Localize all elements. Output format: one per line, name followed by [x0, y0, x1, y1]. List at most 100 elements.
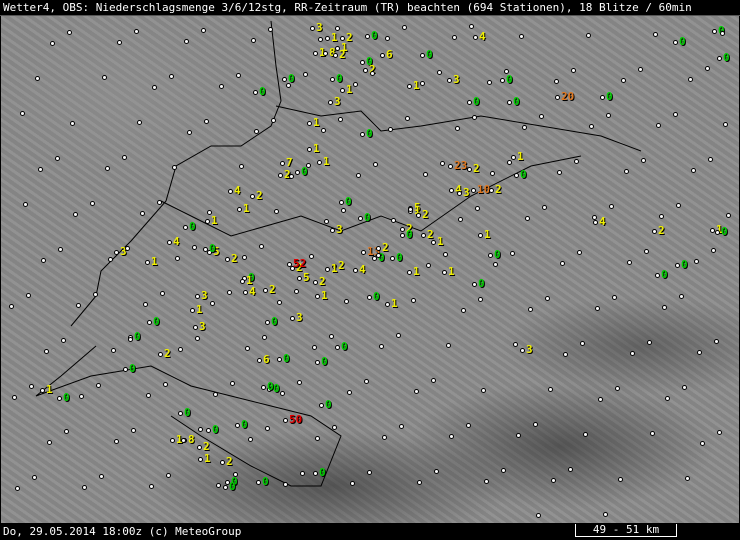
- station-precip-value[interactable]: 0: [513, 96, 520, 107]
- station-precip-value[interactable]: 0: [506, 74, 513, 85]
- station-precip-value[interactable]: 0: [494, 249, 501, 260]
- station-precip-value[interactable]: 2: [256, 190, 263, 201]
- station-precip-value[interactable]: 4: [173, 236, 180, 247]
- station-precip-value[interactable]: 0: [321, 356, 328, 367]
- station-precip-value[interactable]: 7: [286, 157, 293, 168]
- station-precip-value[interactable]: 0: [478, 278, 485, 289]
- station-precip-value[interactable]: 0: [426, 49, 433, 60]
- station-precip-value[interactable]: 1: [243, 203, 250, 214]
- station-precip-value[interactable]: 1: [313, 143, 320, 154]
- station-precip-value[interactable]: 4: [234, 185, 241, 196]
- station-precip-value[interactable]: 1: [321, 290, 328, 301]
- station-precip-value[interactable]: 0: [679, 36, 686, 47]
- station-precip-value[interactable]: 1: [437, 236, 444, 247]
- station-precip-value[interactable]: 1: [517, 151, 524, 162]
- station-precip-value[interactable]: 0: [271, 316, 278, 327]
- station-precip-value[interactable]: 0: [259, 86, 266, 97]
- station-precip-value[interactable]: 2: [427, 229, 434, 240]
- station-precip-value[interactable]: 1: [46, 384, 53, 395]
- station-precip-value[interactable]: 6: [263, 354, 270, 365]
- station-precip-value[interactable]: 3: [296, 312, 303, 323]
- station-precip-value[interactable]: 0: [723, 52, 730, 63]
- station-precip-value[interactable]: 1: [413, 80, 420, 91]
- station-precip-value[interactable]: 1: [448, 266, 455, 277]
- station-precip-value[interactable]: 2: [231, 253, 238, 264]
- station-precip-value[interactable]: 52: [293, 258, 306, 269]
- station-precip-value[interactable]: 1: [413, 266, 420, 277]
- station-precip-value[interactable]: 0: [189, 221, 196, 232]
- station-precip-value[interactable]: 0: [520, 169, 527, 180]
- station-precip-value[interactable]: 3: [336, 224, 343, 235]
- station-precip-value[interactable]: 23: [454, 160, 467, 171]
- station-precip-value[interactable]: 8: [188, 434, 195, 445]
- station-precip-value[interactable]: 5: [303, 272, 310, 283]
- station-precip-value[interactable]: 4: [599, 216, 606, 227]
- station-precip-value[interactable]: 2: [338, 260, 345, 271]
- station-precip-value[interactable]: 3: [453, 74, 460, 85]
- station-precip-value[interactable]: 3: [316, 22, 323, 33]
- station-precip-value[interactable]: 0: [371, 30, 378, 41]
- station-precip-value[interactable]: 0: [606, 91, 613, 102]
- station-precip-value[interactable]: 0: [319, 467, 326, 478]
- station-precip-value[interactable]: 0: [396, 252, 403, 263]
- station-precip-value[interactable]: 1: [204, 453, 211, 464]
- station-precip-value[interactable]: 2: [422, 209, 429, 220]
- station-precip-value[interactable]: 0: [345, 196, 352, 207]
- station-precip-value[interactable]: 0: [134, 331, 141, 342]
- station-precip-value[interactable]: 3: [334, 96, 341, 107]
- station-precip-value[interactable]: 1: [391, 298, 398, 309]
- station-precip-value[interactable]: 1: [484, 229, 491, 240]
- station-precip-value[interactable]: 3: [463, 187, 470, 198]
- station-precip-value[interactable]: 1: [196, 304, 203, 315]
- station-precip-value[interactable]: 0: [212, 424, 219, 435]
- station-precip-value[interactable]: 0: [229, 481, 236, 492]
- station-precip-value[interactable]: 2: [495, 184, 502, 195]
- station-precip-value[interactable]: 2: [203, 441, 210, 452]
- station-precip-value[interactable]: 0: [341, 341, 348, 352]
- station-precip-value[interactable]: 0: [473, 96, 480, 107]
- station-precip-value[interactable]: 20: [561, 91, 574, 102]
- station-precip-value[interactable]: 3: [199, 321, 206, 332]
- station-precip-value[interactable]: 2: [226, 456, 233, 467]
- station-precip-value[interactable]: 0: [262, 476, 269, 487]
- station-precip-value[interactable]: 0: [364, 212, 371, 223]
- station-precip-value[interactable]: 2: [473, 163, 480, 174]
- station-precip-value[interactable]: 1: [151, 256, 158, 267]
- station-precip-value[interactable]: 0: [63, 392, 70, 403]
- station-precip-value[interactable]: 4: [479, 31, 486, 42]
- station-precip-value[interactable]: 0: [661, 269, 668, 280]
- station-precip-value[interactable]: 0: [406, 229, 413, 240]
- station-precip-value[interactable]: 1: [331, 263, 338, 274]
- station-precip-value[interactable]: 2: [339, 49, 346, 60]
- station-precip-value[interactable]: 2: [269, 284, 276, 295]
- station-precip-value[interactable]: 0: [267, 381, 274, 392]
- station-precip-value[interactable]: 4: [359, 264, 366, 275]
- station-precip-value[interactable]: 6: [386, 49, 393, 60]
- station-precip-value[interactable]: 3: [201, 290, 208, 301]
- station-precip-value[interactable]: 2: [658, 225, 665, 236]
- station-precip-value[interactable]: 0: [153, 316, 160, 327]
- station-precip-value[interactable]: 0: [283, 353, 290, 364]
- station-precip-value[interactable]: 2: [164, 348, 171, 359]
- station-precip-value[interactable]: 1: [323, 156, 330, 167]
- station-precip-value[interactable]: 50: [289, 414, 302, 425]
- station-precip-value[interactable]: 1: [346, 84, 353, 95]
- station-precip-value[interactable]: 0: [241, 419, 248, 430]
- station-precip-value[interactable]: 0: [681, 259, 688, 270]
- station-precip-value[interactable]: 1: [246, 275, 253, 286]
- station-precip-value[interactable]: 3: [526, 344, 533, 355]
- station-precip-value[interactable]: 2: [319, 276, 326, 287]
- station-precip-value[interactable]: 0: [373, 291, 380, 302]
- station-precip-value[interactable]: 1: [331, 32, 338, 43]
- station-precip-value[interactable]: 4: [249, 286, 256, 297]
- station-precip-value[interactable]: 0: [366, 128, 373, 139]
- station-precip-value[interactable]: 0: [336, 73, 343, 84]
- station-precip-value[interactable]: 0: [721, 226, 728, 237]
- station-precip-value[interactable]: 0: [325, 399, 332, 410]
- station-precip-value[interactable]: 0: [184, 407, 191, 418]
- precipitation-map[interactable]: 3121040182600201030031002000072110102324…: [1, 16, 739, 523]
- station-precip-value[interactable]: 0: [129, 363, 136, 374]
- station-precip-value[interactable]: 0: [209, 243, 216, 254]
- station-precip-value[interactable]: 1: [313, 117, 320, 128]
- station-precip-value[interactable]: 1: [211, 215, 218, 226]
